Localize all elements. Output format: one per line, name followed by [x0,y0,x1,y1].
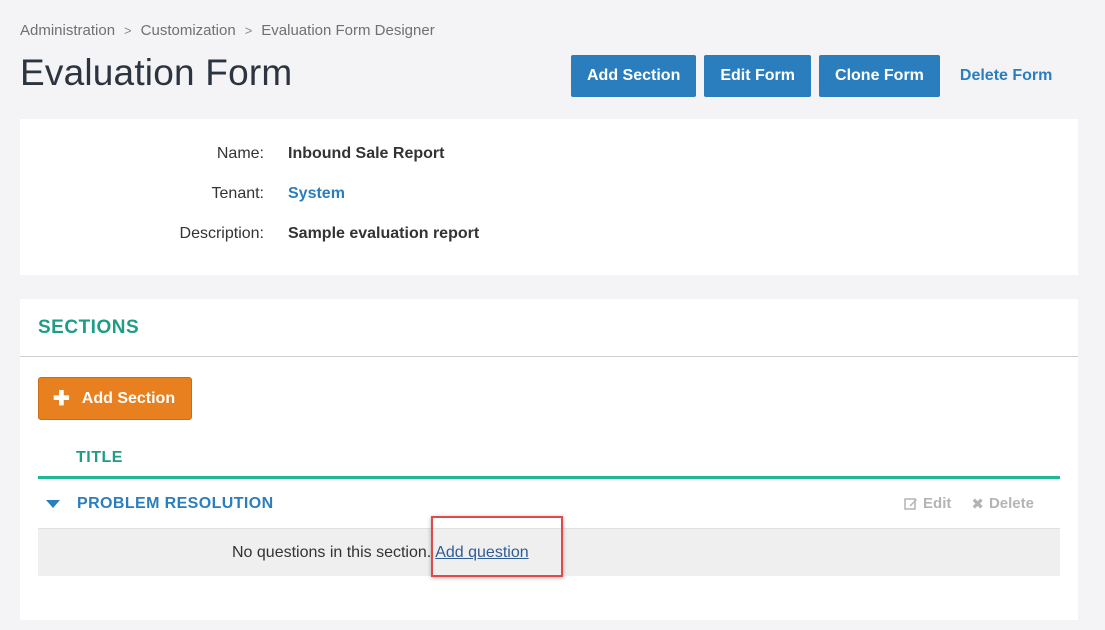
clone-form-button[interactable]: Clone Form [819,55,940,97]
sections-table: TITLE PROBLEM RESOLUTION Edit ✖ Delete N… [38,439,1060,576]
sections-header: SECTIONS [20,299,1078,357]
chevron-right-icon: > [124,23,132,38]
empty-questions-row: No questions in this section. Add questi… [38,529,1060,576]
breadcrumb: Administration > Customization > Evaluat… [20,22,435,39]
tenant-row: Tenant: System [20,185,1078,203]
chevron-right-icon: > [244,23,253,38]
column-title-header: TITLE [76,448,123,466]
caret-down-icon[interactable] [46,499,60,508]
form-info-card: Name: Inbound Sale Report Tenant: System… [20,119,1078,275]
tenant-label: Tenant: [211,185,264,202]
table-header: TITLE [38,439,1060,479]
breadcrumb-current: Evaluation Form Designer [261,22,435,39]
sections-heading: SECTIONS [38,316,140,338]
delete-section-action[interactable]: ✖ Delete [971,495,1034,513]
breadcrumb-customization[interactable]: Customization [141,22,236,39]
edit-icon [904,497,918,510]
close-icon: ✖ [971,495,984,513]
section-row: PROBLEM RESOLUTION Edit ✖ Delete [38,479,1060,529]
add-section-label: Add Section [81,389,176,407]
row-actions: Edit ✖ Delete [904,495,1034,513]
tenant-link[interactable]: System [288,185,345,203]
edit-label: Edit [923,495,952,512]
add-question-link[interactable]: Add question [435,544,528,562]
description-row: Description: Sample evaluation report [20,225,1078,243]
add-section-button[interactable]: Add Section [571,55,697,97]
plus-icon: ✚ [53,387,70,410]
delete-form-link[interactable]: Delete Form [960,67,1052,85]
add-section-orange-button[interactable]: ✚ Add Section [38,377,193,420]
page-title: Evaluation Form [20,52,293,93]
name-label: Name: [216,145,264,162]
edit-form-button[interactable]: Edit Form [704,55,812,97]
empty-text: No questions in this section. [232,543,432,561]
name-value: Inbound Sale Report [288,145,445,162]
section-title[interactable]: PROBLEM RESOLUTION [77,495,274,513]
top-actions: Add Section Edit Form Clone Form Delete … [571,55,1052,97]
description-value: Sample evaluation report [288,225,480,242]
breadcrumb-administration[interactable]: Administration [20,22,115,39]
sections-panel: SECTIONS ✚ Add Section TITLE PROBLEM RES… [20,299,1078,620]
delete-label: Delete [988,495,1034,512]
name-row: Name: Inbound Sale Report [20,145,1078,163]
edit-section-action[interactable]: Edit [904,495,951,512]
description-label: Description: [179,225,264,242]
